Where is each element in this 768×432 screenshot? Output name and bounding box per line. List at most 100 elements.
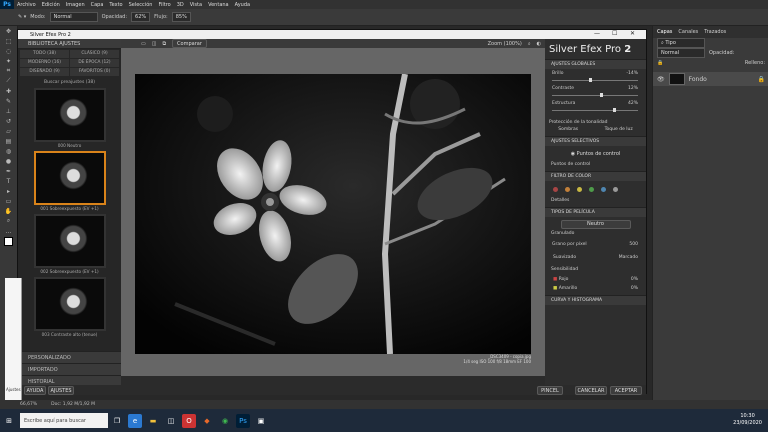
menu-seleccion[interactable]: Selección	[126, 2, 156, 8]
swatch-yellow[interactable]	[577, 187, 582, 192]
section-imported[interactable]: IMPORTADO	[18, 363, 121, 375]
swatch-orange[interactable]	[565, 187, 570, 192]
highlights-toggle[interactable]: Toque de luz	[605, 127, 633, 136]
more-tools-icon[interactable]: …	[0, 226, 17, 236]
slider-contrast[interactable]: Contraste 12%	[545, 84, 646, 99]
side-view-icon[interactable]: ⧉	[162, 41, 166, 47]
preset-item[interactable]: 002 Sobreexpuesto (EV +1)	[33, 214, 106, 274]
file-explorer-icon[interactable]: ▬	[146, 414, 160, 428]
hand-tool-icon[interactable]: ✋	[0, 206, 17, 216]
opacity-input[interactable]: 62%	[131, 12, 151, 22]
path-select-icon[interactable]: ▸	[0, 186, 17, 196]
brush-preset-icon[interactable]: ✎ ▾	[18, 14, 26, 20]
film-type-select[interactable]: Neutro	[560, 219, 631, 229]
eye-icon[interactable]: 👁	[657, 76, 665, 83]
maximize-icon[interactable]: ☐	[612, 30, 617, 37]
windows-start-icon[interactable]: ⊞	[2, 414, 16, 428]
slider-track[interactable]	[552, 110, 638, 111]
menu-ventana[interactable]: Ventana	[205, 2, 232, 8]
tab-trazados[interactable]: Trazados	[704, 29, 726, 35]
filter-favorites[interactable]: FAVORITOS (0)	[70, 68, 119, 76]
slider-track[interactable]	[552, 80, 638, 81]
layer-row[interactable]: 👁 Fondo 🔒	[653, 72, 768, 86]
pen-tool-icon[interactable]: ✒	[0, 166, 17, 176]
section-selective-adjustments[interactable]: AJUSTES SELECTIVOS	[545, 136, 646, 146]
filter-designed[interactable]: DISEÑADO (9)	[20, 68, 69, 76]
swatch-green[interactable]	[589, 187, 594, 192]
section-film-types[interactable]: TIPOS DE PELÍCULA	[545, 207, 646, 217]
store-icon[interactable]: ◫	[164, 414, 178, 428]
settings-button[interactable]: AJUSTES	[48, 386, 74, 395]
filter-all[interactable]: TODO (38)	[20, 50, 69, 58]
taskbar-search-input[interactable]: Escribe aquí para buscar	[20, 413, 108, 428]
accept-button[interactable]: ACEPTAR	[610, 386, 642, 395]
slider-knob[interactable]	[600, 93, 604, 97]
flow-input[interactable]: 85%	[171, 12, 191, 22]
eyedropper-icon[interactable]: ⟋	[0, 76, 17, 86]
stamp-tool-icon[interactable]: ⊥	[0, 106, 17, 116]
type-tool-icon[interactable]: T	[0, 176, 17, 186]
eraser-tool-icon[interactable]: ▱	[0, 126, 17, 136]
color-swatches-icon[interactable]	[0, 236, 17, 246]
brush-tool-icon[interactable]: ✎	[0, 96, 17, 106]
preset-item[interactable]: 003 Contraste alto (tenue)	[33, 277, 106, 337]
menu-edicion[interactable]: Edición	[39, 2, 63, 8]
preset-item[interactable]: 000 Neutro	[33, 88, 106, 148]
history-brush-icon[interactable]: ↺	[0, 116, 17, 126]
healing-brush-icon[interactable]: ✚	[0, 86, 17, 96]
filter-classic[interactable]: CLÁSICO (9)	[70, 50, 119, 58]
tab-canales[interactable]: Canales	[678, 29, 698, 35]
section-color-filter[interactable]: FILTRO DE COLOR	[545, 171, 646, 181]
blur-tool-icon[interactable]: ◍	[0, 146, 17, 156]
gradient-tool-icon[interactable]: ▤	[0, 136, 17, 146]
section-custom[interactable]: PERSONALIZADO	[18, 351, 121, 363]
edge-icon[interactable]: e	[128, 413, 142, 428]
swatch-red[interactable]	[553, 187, 558, 192]
cancel-button[interactable]: CANCELAR	[575, 386, 607, 395]
add-control-point-button[interactable]: ◉ Puntos de control	[566, 150, 626, 158]
brush-button[interactable]: PINCEL	[537, 386, 563, 395]
chrome-icon[interactable]: ◉	[218, 414, 232, 428]
control-points-subsection[interactable]: Puntos de control	[545, 162, 646, 171]
layer-filter-select[interactable]: ⌕ Tipo	[657, 38, 705, 48]
filter-modern[interactable]: MODERNO (16)	[20, 59, 69, 67]
compare-button[interactable]: Comparar	[172, 39, 207, 48]
crop-tool-icon[interactable]: ⌗	[0, 66, 17, 76]
marquee-tool-icon[interactable]: ⬚	[0, 36, 17, 46]
section-global-adjustments[interactable]: AJUSTES GLOBALES	[545, 59, 646, 69]
menu-ayuda[interactable]: Ayuda	[232, 2, 253, 8]
photoshop-taskbar-icon[interactable]: Ps	[236, 413, 250, 428]
search-presets-label[interactable]: Buscar preajustes (38)	[18, 80, 121, 85]
mode-select[interactable]: Normal	[49, 12, 98, 22]
filter-vintage[interactable]: DE ÉPOCA (12)	[70, 59, 119, 67]
slider-track[interactable]	[552, 95, 638, 96]
close-icon[interactable]: ✕	[630, 30, 635, 37]
split-view-icon[interactable]: ◫	[152, 41, 157, 47]
blend-mode-select[interactable]: Normal	[657, 48, 705, 58]
preset-item-selected[interactable]: 001 Sobreexpuesto (EV +1)	[33, 151, 106, 211]
details-subsection[interactable]: Detalles	[545, 198, 646, 207]
slider-knob[interactable]	[613, 108, 617, 112]
shape-tool-icon[interactable]: ▭	[0, 196, 17, 206]
office-icon[interactable]: O	[182, 413, 196, 428]
zoom-in-icon[interactable]: ⌕	[528, 41, 531, 47]
menu-3d[interactable]: 3D	[174, 2, 187, 8]
library-header[interactable]: BIBLIOTECA AJUSTES	[18, 39, 121, 49]
minimize-icon[interactable]: —	[594, 30, 600, 37]
shadows-toggle[interactable]: Sombras	[558, 127, 578, 136]
zoom-select[interactable]: Zoom (100%)	[488, 41, 522, 47]
menu-imagen[interactable]: Imagen	[63, 2, 88, 8]
brave-icon[interactable]: ◆	[200, 414, 214, 428]
app-icon[interactable]: ▣	[254, 414, 268, 428]
lock-icon[interactable]: 🔒	[657, 60, 663, 66]
zoom-tool-icon[interactable]: ⌕	[0, 216, 17, 226]
lasso-tool-icon[interactable]: ◌	[0, 46, 17, 56]
magic-wand-icon[interactable]: ✦	[0, 56, 17, 66]
menu-filtro[interactable]: Filtro	[155, 2, 173, 8]
task-view-icon[interactable]: ❐	[110, 414, 124, 428]
swatch-blue[interactable]	[601, 187, 606, 192]
status-zoom[interactable]: 66,67%	[20, 402, 37, 407]
menu-capa[interactable]: Capa	[88, 2, 107, 8]
slider-knob[interactable]	[588, 78, 592, 82]
slider-grain[interactable]: Grano por píxel 500	[545, 240, 646, 255]
